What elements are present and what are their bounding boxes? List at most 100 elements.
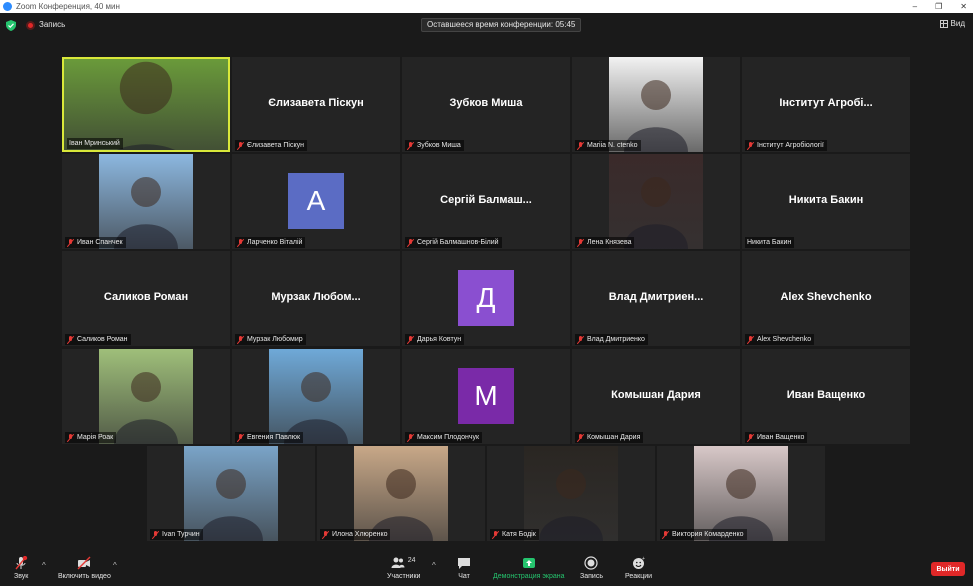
security-shield-icon[interactable]: [6, 20, 16, 31]
participants-icon-group: 24: [391, 556, 417, 570]
participant-tile-ivan-spanchek[interactable]: Иван Спанчек: [62, 154, 230, 249]
mic-muted-icon: [747, 335, 754, 344]
share-screen-button[interactable]: Демонстрация экрана: [493, 556, 565, 580]
participant-tile-mariia[interactable]: Mariia N. ctenko: [572, 57, 740, 152]
record-icon: [584, 556, 599, 570]
participant-tile-murzak[interactable]: Мурзак Любом... Мурзак Любомир: [232, 251, 400, 346]
mic-muted-icon: [237, 433, 244, 442]
participant-video: [354, 446, 448, 541]
participants-count: 24: [407, 557, 416, 564]
microphone-muted-icon: [15, 556, 28, 570]
participant-name-label: Комышан Дария: [575, 432, 644, 443]
participant-name-label: Евгения Павлюк: [235, 432, 304, 443]
participant-tile-lena[interactable]: Лена Князева: [572, 154, 740, 249]
audio-options-caret-icon[interactable]: ^: [42, 561, 46, 570]
participant-name-label: Никита Бакин: [745, 237, 795, 248]
participant-tile-vlad[interactable]: Влад Дмитриен... Влад Дмитриенко: [572, 251, 740, 346]
participant-name-label: Дарья Ковтун: [405, 334, 465, 345]
participant-tile-darya[interactable]: Д Дарья Ковтун: [402, 251, 570, 346]
person-silhouette-icon: [624, 80, 688, 152]
participant-tile-maksym[interactable]: М Максим Плодончук: [402, 349, 570, 444]
mic-muted-icon: [747, 141, 754, 150]
participant-display-name: Влад Дмитриен...: [608, 291, 704, 303]
mic-muted-icon: [577, 335, 584, 344]
audio-label: Звук: [14, 573, 29, 580]
person-silhouette-icon: [709, 469, 773, 541]
participant-name-text: Максим Плодончук: [417, 434, 480, 441]
participant-tile-alex[interactable]: Alex Shevchenko Alex Shevchenko: [742, 251, 910, 346]
participant-name-text: Мурзак Любомир: [247, 336, 303, 343]
participant-display-name: Мурзак Любом...: [271, 291, 361, 303]
participant-name-label: Марія Роак: [65, 432, 117, 443]
person-silhouette-icon: [114, 372, 178, 444]
mic-muted-icon: [407, 335, 414, 344]
participant-tile-komyshan[interactable]: Комышан Дария Комышан Дария: [572, 349, 740, 444]
participant-video: [609, 57, 703, 152]
participant-tile-katia[interactable]: Катя Бодік: [487, 446, 655, 541]
participant-display-name: Зубков Миша: [449, 97, 523, 109]
record-button[interactable]: Запись: [580, 556, 603, 580]
share-screen-icon: [522, 558, 535, 568]
mic-muted-icon: [577, 238, 584, 247]
mic-muted-icon: [67, 238, 74, 247]
meeting-time-remaining: Оставшееся время конференции: 05:45: [421, 18, 582, 32]
mic-muted-icon: [407, 433, 414, 442]
participant-name-text: Сергій Балмашнов-Білий: [417, 239, 499, 246]
participant-tile-vashchenko[interactable]: Иван Ващенко Иван Ващенко: [742, 349, 910, 444]
mic-muted-icon: [67, 335, 74, 344]
participant-tile-nikita[interactable]: Никита Бакин Никита Бакин: [742, 154, 910, 249]
camera-off-icon: [77, 556, 91, 570]
participant-name-label: Alex Shevchenko: [745, 334, 815, 345]
participant-name-label: Ларченко Віталій: [235, 237, 306, 248]
record-label: Запись: [580, 573, 603, 580]
participant-name-label: Іван Мринський: [67, 138, 123, 149]
participant-tile-larchenko[interactable]: A Ларченко Віталій: [232, 154, 400, 249]
participant-tile-ivan-turchyn[interactable]: Ivan Турчин: [147, 446, 315, 541]
participant-video: [184, 446, 278, 541]
participant-display-name: Сергій Балмаш...: [440, 194, 532, 206]
start-video-button[interactable]: Включить видео: [58, 556, 111, 580]
participant-name-text: Зубков Миша: [417, 142, 461, 149]
participants-options-caret-icon[interactable]: ^: [432, 561, 436, 570]
participant-name-text: Иван Ващенко: [757, 434, 805, 441]
participant-tile-ilona[interactable]: Илона Хлюренко: [317, 446, 485, 541]
participant-tile-serhii[interactable]: Сергій Балмаш... Сергій Балмашнов-Білий: [402, 154, 570, 249]
participants-button[interactable]: 24 Участники: [387, 556, 420, 580]
participant-tile-yelyzaveta-piskun[interactable]: Єлизавета Піскун Єлизавета Піскун: [232, 57, 400, 152]
reactions-smiley-icon: +: [632, 556, 645, 569]
view-button[interactable]: Вид: [939, 19, 965, 28]
mic-muted-icon: [577, 141, 584, 150]
minimize-button[interactable]: –: [913, 2, 917, 11]
video-options-caret-icon[interactable]: ^: [113, 561, 117, 570]
participant-tile-salikov[interactable]: Саликов Роман Саликов Роман: [62, 251, 230, 346]
person-silhouette-icon: [624, 177, 688, 249]
participant-tile-viktoriia[interactable]: Виктория Комарденко: [657, 446, 825, 541]
maximize-button[interactable]: ❐: [935, 2, 942, 11]
mic-muted-icon: [492, 530, 499, 539]
window-titlebar: Zoom Конференция, 40 мин – ❐ ✕: [0, 0, 973, 13]
participant-name-text: Ivan Турчин: [162, 531, 200, 538]
audio-button[interactable]: Звук: [14, 556, 28, 580]
participant-name-label: Зубков Миша: [405, 140, 464, 151]
svg-text:+: +: [642, 556, 645, 562]
participants-label: Участники: [387, 573, 421, 580]
participant-tile-instytut[interactable]: Інститут Агробі... Інститут Агробіології: [742, 57, 910, 152]
participant-tile-mariia-r[interactable]: Марія Роак: [62, 349, 230, 444]
participant-name-text: Марія Роак: [77, 434, 114, 441]
participant-tile-yevheniia[interactable]: Евгения Павлюк: [232, 349, 400, 444]
participant-name-label: Сергій Балмашнов-Білий: [405, 237, 502, 248]
close-window-button[interactable]: ✕: [960, 2, 967, 11]
mic-muted-icon: [747, 433, 754, 442]
chat-button[interactable]: Чат: [457, 556, 471, 580]
participant-tile-zubkov-misha[interactable]: Зубков Миша Зубков Миша: [402, 57, 570, 152]
participant-video: [64, 59, 228, 150]
participant-display-name: Єлизавета Піскун: [268, 97, 364, 109]
participant-tile-ivan-mrynskyi[interactable]: Іван Мринський: [62, 57, 230, 152]
reactions-button[interactable]: + Реакции: [625, 556, 652, 580]
participant-name-text: Комышан Дария: [587, 434, 641, 441]
participant-display-name: Иван Ващенко: [786, 389, 866, 401]
leave-meeting-button[interactable]: Выйти: [931, 562, 965, 576]
participant-name-label: Иван Спанчек: [65, 237, 126, 248]
mic-muted-icon: [152, 530, 159, 539]
participant-video: [609, 154, 703, 249]
